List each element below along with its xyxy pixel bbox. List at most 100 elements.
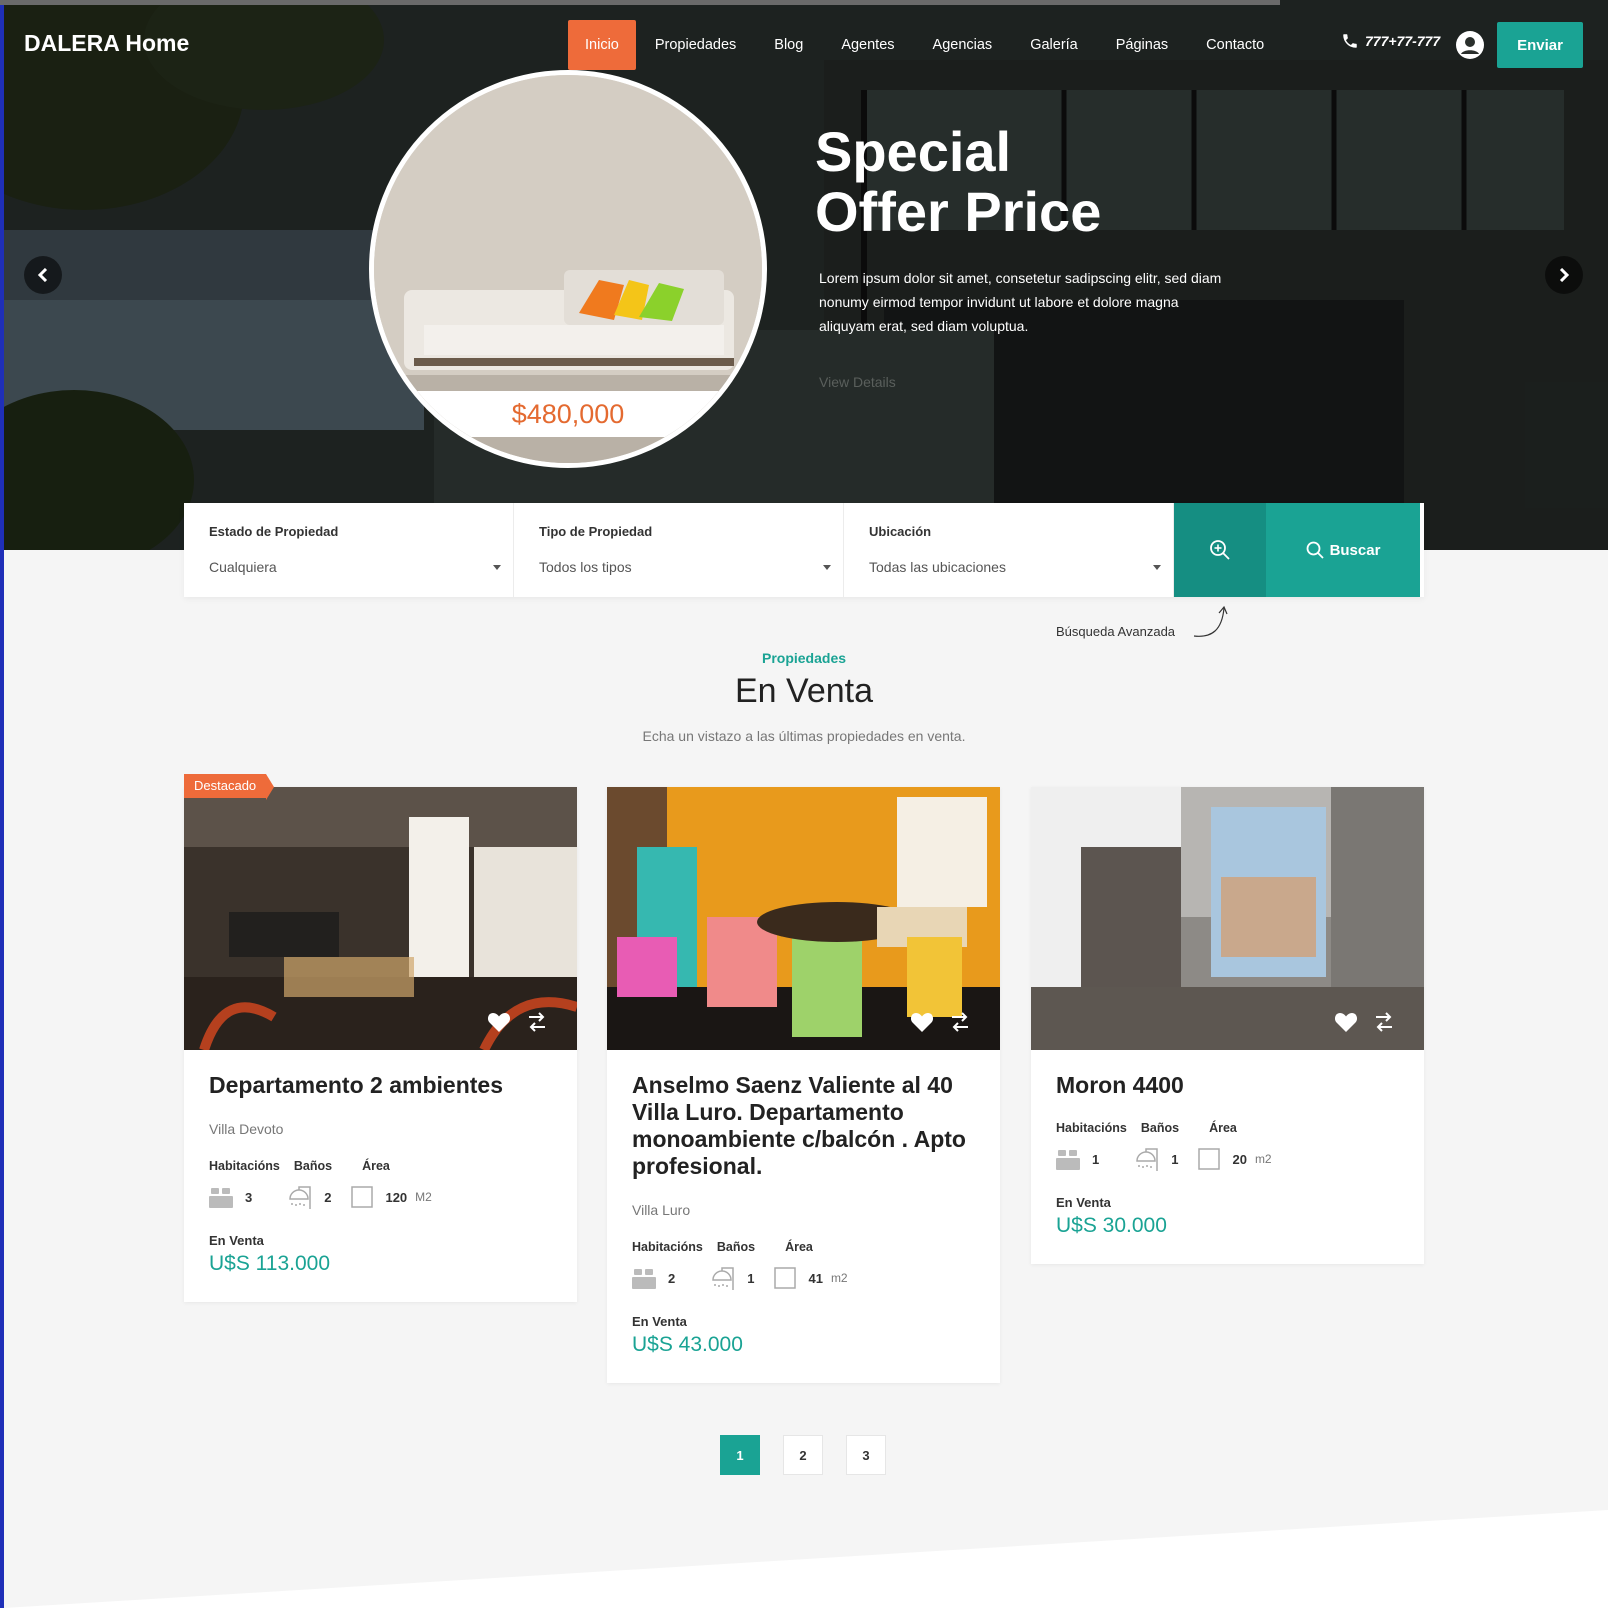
section-title: En Venta xyxy=(734,672,873,710)
area-icon xyxy=(351,1186,374,1208)
main-nav: Inicio Propiedades Blog Agentes Agencias… xyxy=(568,20,1283,70)
nav-item-agencias[interactable]: Agencias xyxy=(914,20,1012,70)
section-subtitle: Propiedades xyxy=(761,650,847,666)
property-image[interactable] xyxy=(1031,787,1424,1050)
property-image[interactable] xyxy=(607,787,1000,1050)
caret-down-icon xyxy=(493,565,501,570)
bed-icon xyxy=(632,1269,656,1289)
search-icon xyxy=(1306,541,1324,559)
bed-icon xyxy=(1056,1150,1080,1170)
loading-bar xyxy=(0,0,1280,5)
hero-description: Lorem ipsum dolor sit amet, consetetur s… xyxy=(819,270,1222,334)
phone-link[interactable]: 777+77-777 xyxy=(1341,32,1440,50)
brand-logo[interactable]: DALERA Home xyxy=(24,30,189,57)
property-title[interactable]: Departamento 2 ambientes xyxy=(209,1072,552,1099)
ubicacion-select[interactable]: Ubicación Todas las ubicaciones xyxy=(844,503,1174,597)
estado-select[interactable]: Estado de Propiedad Cualquiera xyxy=(184,503,514,597)
property-image[interactable] xyxy=(184,787,577,1050)
compare-icon[interactable] xyxy=(525,1010,549,1034)
property-card[interactable]: Departamento 2 ambientes Villa Devoto Ha… xyxy=(184,787,577,1302)
rooms-value: 1 xyxy=(1092,1151,1100,1167)
property-title[interactable]: Moron 4400 xyxy=(1056,1072,1399,1099)
property-price: U$S 113.000 xyxy=(209,1252,331,1275)
hero-price: $480,000 xyxy=(374,391,762,437)
property-status: En Venta xyxy=(632,1314,687,1329)
area-label: Área xyxy=(362,1159,390,1173)
chevron-left-icon xyxy=(37,268,48,282)
area-icon xyxy=(774,1267,797,1289)
area-icon xyxy=(1198,1148,1221,1170)
property-price: U$S 43.000 xyxy=(632,1333,743,1356)
shower-icon xyxy=(712,1267,734,1290)
hero-property-image: $480,000 xyxy=(369,70,767,468)
property-price: U$S 30.000 xyxy=(1056,1214,1167,1237)
image-actions xyxy=(910,1010,972,1034)
compare-icon[interactable] xyxy=(1372,1010,1396,1034)
zoom-in-icon xyxy=(1210,540,1230,560)
caret-down-icon xyxy=(1153,565,1161,570)
baths-label: Baños xyxy=(1140,1121,1180,1135)
estado-label: Estado de Propiedad xyxy=(209,524,339,539)
page-2-button[interactable]: 2 xyxy=(783,1435,823,1475)
shower-icon xyxy=(289,1186,311,1209)
bed-icon xyxy=(209,1188,233,1208)
rooms-label: Habitacións xyxy=(632,1240,703,1254)
property-title[interactable]: Anselmo Saenz Valiente al 40 Villa Luro.… xyxy=(632,1072,975,1180)
feature-headers: Habitacións Baños Área xyxy=(632,1240,975,1254)
buscar-button[interactable]: Buscar xyxy=(1266,503,1420,597)
property-status: En Venta xyxy=(209,1233,264,1248)
property-card[interactable]: Moron 4400 Habitacións Baños Área 1 1 20… xyxy=(1031,787,1424,1264)
nav-item-contacto[interactable]: Contacto xyxy=(1187,20,1283,70)
compare-icon[interactable] xyxy=(948,1010,972,1034)
featured-badge: Destacado xyxy=(184,774,275,800)
area-label: Área xyxy=(785,1240,813,1254)
pagination: 1 2 3 xyxy=(720,1435,886,1475)
enviar-button[interactable]: Enviar xyxy=(1497,22,1583,68)
area-value: 41 xyxy=(808,1270,823,1286)
advanced-search-label[interactable]: Búsqueda Avanzada xyxy=(1056,624,1175,639)
baths-value: 2 xyxy=(324,1189,332,1205)
baths-value: 1 xyxy=(1171,1151,1179,1167)
hero-slider xyxy=(4,0,1608,550)
feature-headers: Habitacións Baños Área xyxy=(1056,1121,1399,1135)
page-1-button[interactable]: 1 xyxy=(720,1435,760,1475)
slider-prev-button[interactable] xyxy=(24,256,62,294)
section-description: Echa un vistazo a las últimas propiedade… xyxy=(642,728,966,744)
heart-icon[interactable] xyxy=(1334,1011,1358,1033)
phone-icon xyxy=(1343,34,1357,48)
nav-item-agentes[interactable]: Agentes xyxy=(822,20,913,70)
user-account-icon[interactable] xyxy=(1455,30,1485,64)
advanced-search-button[interactable] xyxy=(1174,503,1266,597)
property-search-bar: Estado de Propiedad Cualquiera Tipo de P… xyxy=(184,503,1424,597)
feature-values: 3 2 120 M2 xyxy=(209,1185,552,1209)
page-3-button[interactable]: 3 xyxy=(846,1435,886,1475)
nav-item-blog[interactable]: Blog xyxy=(755,20,822,70)
property-location: Villa Devoto xyxy=(209,1121,284,1137)
property-card[interactable]: Anselmo Saenz Valiente al 40 Villa Luro.… xyxy=(607,787,1000,1383)
view-details-link[interactable]: View Details xyxy=(819,374,896,390)
rooms-label: Habitacións xyxy=(1056,1121,1127,1135)
nav-item-inicio[interactable]: Inicio xyxy=(568,20,636,70)
phone-number: 777+77-777 xyxy=(1365,33,1441,49)
nav-item-paginas[interactable]: Páginas xyxy=(1097,20,1187,70)
area-label: Área xyxy=(1209,1121,1237,1135)
property-status: En Venta xyxy=(1056,1195,1111,1210)
hero-overlay xyxy=(4,0,1608,550)
area-value: 120 xyxy=(385,1189,408,1205)
caret-down-icon xyxy=(823,565,831,570)
tipo-value: Todos los tipos xyxy=(539,559,632,575)
nav-item-galeria[interactable]: Galería xyxy=(1011,20,1097,70)
heart-icon[interactable] xyxy=(910,1011,934,1033)
tipo-select[interactable]: Tipo de Propiedad Todos los tipos xyxy=(514,503,844,597)
area-unit: m2 xyxy=(1254,1152,1272,1166)
image-actions xyxy=(487,1010,549,1034)
heart-icon[interactable] xyxy=(487,1011,511,1033)
footer-divider-shape xyxy=(4,1510,1608,1608)
slider-next-button[interactable] xyxy=(1545,256,1583,294)
buscar-label: Buscar xyxy=(1329,541,1381,559)
chevron-right-icon xyxy=(1559,268,1570,282)
nav-item-propiedades[interactable]: Propiedades xyxy=(636,20,755,70)
area-unit: M2 xyxy=(415,1190,432,1204)
baths-label: Baños xyxy=(293,1159,333,1173)
feature-values: 1 1 20 m2 xyxy=(1056,1147,1399,1171)
